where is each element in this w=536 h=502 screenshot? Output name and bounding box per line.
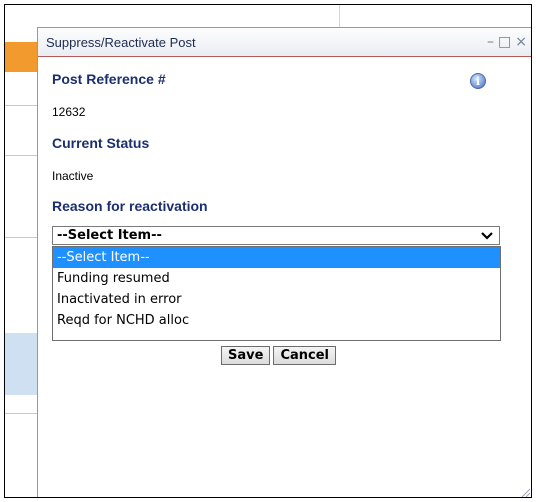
dropdown-option[interactable]: Funding resumed <box>53 268 500 289</box>
screenshot-frame: 0 s n Suppress/Reactivate Post – □ × Pos… <box>4 4 532 498</box>
reason-label: Reason for reactivation <box>52 198 208 214</box>
minimize-icon[interactable]: – <box>487 35 494 49</box>
post-reference-value: 12632 <box>52 105 86 119</box>
save-button[interactable]: Save <box>221 346 271 365</box>
current-status-label: Current Status <box>52 135 150 151</box>
chevron-down-icon <box>481 228 493 244</box>
dialog-title: Suppress/Reactivate Post <box>46 34 196 50</box>
cancel-button[interactable]: Cancel <box>273 346 336 365</box>
select-current-value: --Select Item-- <box>57 228 162 243</box>
reason-dropdown-list: --Select Item-- Funding resumed Inactiva… <box>52 246 501 341</box>
info-icon[interactable]: i <box>470 73 486 89</box>
maximize-icon[interactable]: □ <box>498 35 511 49</box>
dropdown-option[interactable]: Reqd for NCHD alloc <box>53 310 500 331</box>
post-reference-label: Post Reference # <box>52 71 166 87</box>
suppress-reactivate-dialog: Suppress/Reactivate Post – □ × Post Refe… <box>37 27 531 498</box>
dialog-titlebar[interactable]: Suppress/Reactivate Post – □ × <box>38 28 531 57</box>
close-icon[interactable]: × <box>515 35 527 49</box>
resize-grip-icon[interactable] <box>519 486 531 498</box>
window-controls: – □ × <box>487 35 527 49</box>
dialog-buttons: Save Cancel <box>221 346 336 365</box>
dropdown-option[interactable]: --Select Item-- <box>53 247 500 268</box>
dropdown-option[interactable]: Inactivated in error <box>53 289 500 310</box>
reason-select[interactable]: --Select Item-- <box>52 226 500 245</box>
current-status-value: Inactive <box>52 169 94 183</box>
